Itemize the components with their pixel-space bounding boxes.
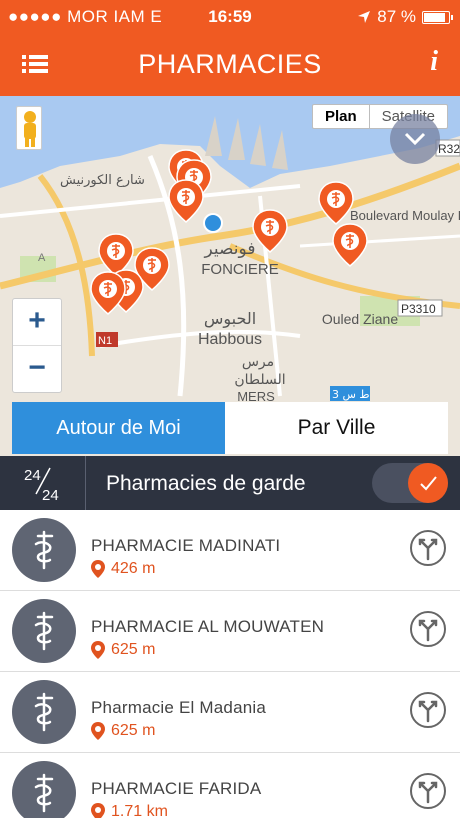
segment-par-ville[interactable]: Par Ville: [225, 402, 448, 454]
pharmacy-name: PHARMACIE FARIDA: [91, 779, 262, 798]
map-label-habbous-ar: الحبوس: [204, 309, 256, 329]
directions-icon[interactable]: [410, 530, 446, 566]
zoom-in-button[interactable]: +: [13, 299, 61, 345]
map-label-mers-ar2: السلطان: [234, 372, 285, 388]
pharmacy-map-pin-icon[interactable]: [168, 179, 204, 223]
caduceus-icon: [12, 518, 76, 582]
page-title: PHARMACIES: [138, 49, 322, 79]
directions-icon[interactable]: [410, 692, 446, 728]
map-label-mers-ar1: مرس: [242, 354, 274, 370]
status-bar: ●●●●● MOR IAM E 16:59 87 %: [0, 0, 460, 34]
chevron-down-icon: [404, 132, 426, 146]
nav-bar: PHARMACIES i: [0, 34, 460, 96]
badge-bottom: 24: [42, 487, 59, 504]
directions-icon[interactable]: [410, 773, 446, 809]
distance-value: 1.71 km: [111, 803, 168, 818]
battery-percent: 87 %: [377, 7, 416, 26]
map-label-road-a: A: [38, 252, 46, 264]
directions-icon[interactable]: [410, 611, 446, 647]
pharmacy-distance: 426 m: [91, 560, 155, 578]
map-label-ouled-ziane: Ouled Ziane: [322, 311, 398, 327]
street-view-pegman-icon[interactable]: [16, 106, 42, 150]
distance-value: 625 m: [111, 722, 156, 739]
location-arrow-icon: [358, 11, 371, 23]
zoom-out-button[interactable]: −: [13, 346, 61, 392]
garde-filter-bar: 24 24 Pharmacies de garde: [0, 456, 460, 510]
map-label-habbous: Habbous: [198, 331, 262, 348]
pharmacy-map-pin-icon[interactable]: [90, 271, 126, 315]
garde-toggle-knob: [408, 463, 448, 503]
road-badge-p3310: P3310: [401, 302, 436, 316]
info-icon[interactable]: i: [430, 46, 438, 78]
caduceus-icon: [12, 761, 76, 818]
road-badge-3: 3 ط س: [332, 388, 370, 401]
map-view[interactable]: فونصير FONCIERE الحبوس Habbous مرس السلط…: [0, 96, 460, 456]
collapse-map-button[interactable]: [390, 114, 440, 164]
location-pin-icon: [91, 641, 105, 659]
location-pin-icon: [91, 803, 105, 818]
user-location-dot: [203, 213, 223, 233]
pharmacy-row[interactable]: Pharmacie El Madania 625 m: [0, 672, 460, 753]
map-type-plan[interactable]: Plan: [313, 105, 370, 128]
location-pin-icon: [91, 722, 105, 740]
caduceus-icon: [12, 599, 76, 663]
map-label-foncier-ar: فونصير: [204, 239, 256, 259]
search-mode-segmented-control: Autour de Moi Par Ville: [12, 402, 448, 454]
zoom-controls: + −: [12, 298, 62, 393]
pharmacy-name: PHARMACIE MADINATI: [91, 536, 281, 555]
pharmacy-map-pin-icon[interactable]: [318, 181, 354, 225]
pharmacy-distance: 1.71 km: [91, 803, 168, 818]
distance-value: 625 m: [111, 641, 156, 658]
battery-icon: [422, 10, 453, 24]
pharmacy-name: PHARMACIE AL MOUWATEN: [91, 617, 325, 636]
pharmacy-row[interactable]: PHARMACIE MADINATI 426 m: [0, 510, 460, 591]
caduceus-icon: [12, 680, 76, 744]
road-badge-n1: N1: [98, 335, 112, 347]
pharmacy-list: PHARMACIE MADINATI 426 m PHARMACIE AL MO…: [0, 510, 460, 818]
distance-value: 426 m: [111, 560, 156, 577]
pharmacy-map-pin-icon[interactable]: [332, 223, 368, 267]
location-pin-icon: [91, 560, 105, 578]
battery-fill: [424, 12, 445, 22]
map-label-corniche-ar: شارع الكورنيش: [60, 173, 145, 188]
pharmacy-map-pin-icon[interactable]: [252, 209, 288, 253]
garde-toggle[interactable]: [372, 463, 448, 503]
garde-label: Pharmacies de garde: [106, 472, 306, 495]
24-24-badge: 24 24: [0, 456, 86, 510]
pharmacy-name: Pharmacie El Madania: [91, 698, 267, 717]
road-badge-r32: R32: [438, 142, 460, 156]
checkmark-icon: [420, 476, 437, 491]
pharmacy-distance: 625 m: [91, 641, 155, 659]
badge-top: 24: [24, 467, 41, 484]
pharmacy-row[interactable]: PHARMACIE FARIDA 1.71 km: [0, 753, 460, 818]
segment-autour-de-moi[interactable]: Autour de Moi: [12, 402, 225, 454]
status-right: 87 %: [357, 7, 453, 27]
pharmacy-distance: 625 m: [91, 722, 155, 740]
map-label-boulevard: Boulevard Moulay Ismaïl: [350, 208, 460, 223]
map-label-foncier: FONCIERE: [201, 261, 279, 278]
pharmacy-row[interactable]: PHARMACIE AL MOUWATEN 625 m: [0, 591, 460, 672]
